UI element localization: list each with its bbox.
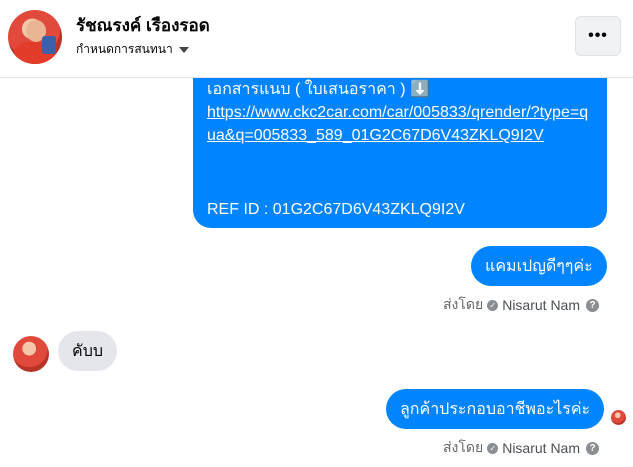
contact-name[interactable]: รัชณรงค์ เรืองรอด [76, 12, 210, 39]
help-icon[interactable]: ? [586, 298, 599, 312]
sender-name[interactable]: Nisarut Nam [502, 440, 580, 456]
outgoing-message[interactable]: แคมเปญดีๆๆค่ะ [471, 246, 607, 286]
sent-by-prefix: ส่งโดย [443, 296, 484, 312]
seen-avatar [611, 410, 626, 425]
conversation-settings-label: กำหนดการสนทนา [76, 42, 173, 56]
chevron-down-icon [178, 46, 189, 53]
avatar-object [42, 36, 56, 54]
help-icon[interactable]: ? [586, 441, 599, 455]
message-text: แคมเปญดีๆๆค่ะ [485, 257, 593, 275]
sender-name[interactable]: Nisarut Nam [502, 297, 580, 313]
sent-by-prefix: ส่งโดย [443, 439, 484, 455]
conversation-header: รัชณรงค์ เรืองรอด กำหนดการสนทนา ••• [0, 0, 633, 78]
sent-by-label: ส่งโดย ✓ Nisarut Nam ? [443, 437, 599, 459]
more-icon: ••• [588, 27, 608, 44]
message-text: ลูกค้าประกอบอาชีพอะไรค่ะ [400, 400, 591, 418]
quotation-link[interactable]: https://www.ckc2car.com/car/005833/qrend… [207, 101, 595, 147]
contact-avatar[interactable] [8, 10, 62, 64]
check-icon: ✓ [487, 299, 499, 311]
outgoing-message[interactable]: ลูกค้าประกอบอาชีพอะไรค่ะ [386, 389, 605, 429]
check-icon: ✓ [487, 442, 499, 454]
incoming-message[interactable]: คับบ [58, 331, 118, 371]
ref-id-text: REF ID : 01G2C67D6V43ZKLQ9I2V [207, 201, 465, 218]
more-options-button[interactable]: ••• [575, 16, 621, 56]
conversation-settings[interactable]: กำหนดการสนทนา [76, 40, 189, 59]
message-text: คับบ [72, 342, 104, 360]
contact-avatar-small[interactable] [13, 336, 49, 372]
attachment-label: เอกสารแนบ ( ใบเสนอราคา ) ⬇️ [207, 81, 430, 98]
sent-by-label: ส่งโดย ✓ Nisarut Nam ? [443, 294, 599, 316]
